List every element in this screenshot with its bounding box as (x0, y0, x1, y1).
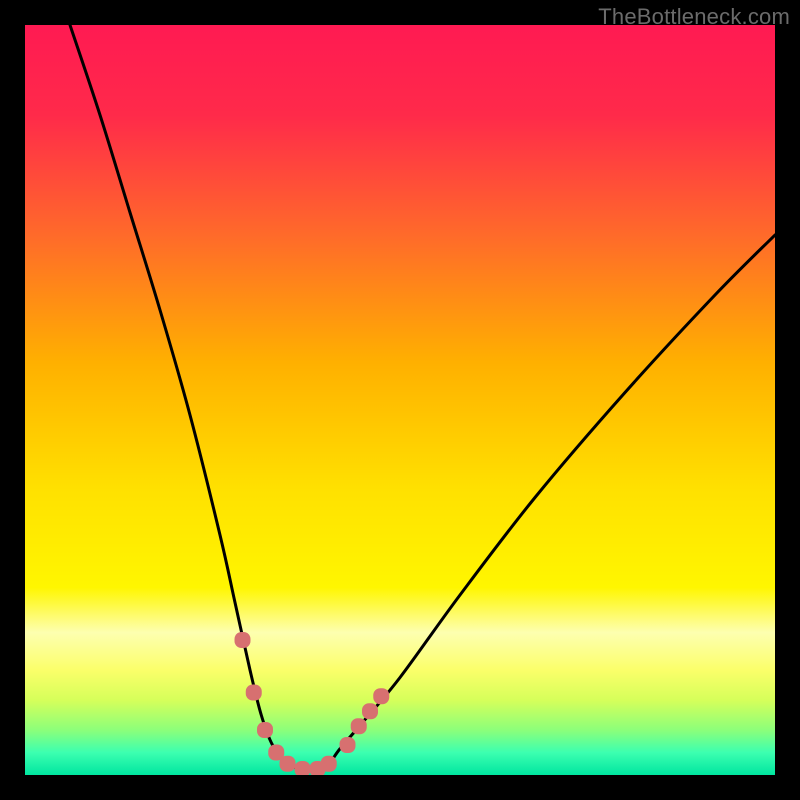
bottleneck-chart (25, 25, 775, 775)
bottleneck-curve (70, 25, 775, 770)
chart-frame: TheBottleneck.com (0, 0, 800, 800)
data-point (280, 756, 296, 772)
data-point (373, 688, 389, 704)
data-point (235, 632, 251, 648)
data-point (321, 756, 337, 772)
watermark-text: TheBottleneck.com (598, 4, 790, 30)
data-point (246, 685, 262, 701)
data-point (295, 761, 311, 775)
data-point (351, 718, 367, 734)
data-point (257, 722, 273, 738)
data-point (362, 703, 378, 719)
plot-area (25, 25, 775, 775)
data-point (340, 737, 356, 753)
